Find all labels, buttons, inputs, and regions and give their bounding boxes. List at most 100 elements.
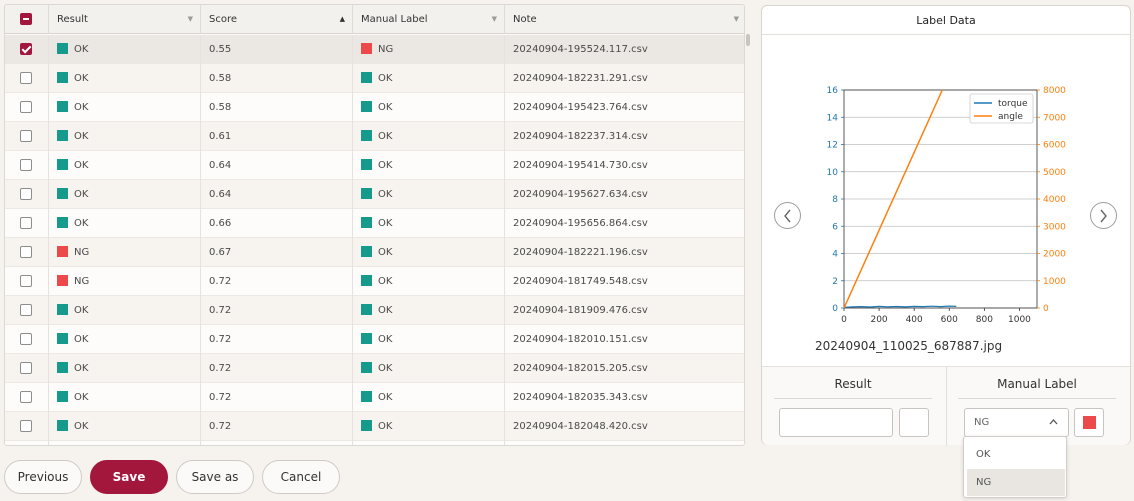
row-checkbox[interactable]	[20, 188, 32, 200]
manual-label: OK	[378, 131, 393, 142]
filter-arrow-icon[interactable]: ▼	[492, 5, 497, 34]
manual-label: OK	[378, 421, 393, 432]
table-row[interactable]: OK 0.55 NG 20240904-195524.117.csv	[5, 35, 744, 64]
checkbox-cell	[5, 267, 49, 296]
y-left-tick-label: 12	[827, 141, 838, 151]
result-input[interactable]	[779, 408, 893, 437]
filter-arrow-icon[interactable]: ▼	[734, 5, 739, 34]
manual-label-cell: NG	[353, 35, 505, 64]
result-cell: OK	[49, 209, 201, 238]
y-left-tick-label: 6	[832, 222, 838, 232]
result-cell: NG	[49, 238, 201, 267]
column-header-score[interactable]: Score ▲	[201, 5, 353, 34]
result-cell: OK	[49, 122, 201, 151]
chevron-up-icon	[1049, 419, 1058, 425]
dropdown-option-ng[interactable]: NG	[967, 469, 1065, 496]
column-header-result[interactable]: Result ▼	[49, 5, 201, 34]
manual-label: OK	[378, 160, 393, 171]
table-row[interactable]: OK 0.64 OK 20240904-195414.730.csv	[5, 151, 744, 180]
column-header-note[interactable]: Note ▼	[505, 5, 744, 34]
note-value: 20240904-195414.730.csv	[513, 160, 648, 171]
table-row[interactable]: OK 0.58 OK 20240904-195423.764.csv	[5, 93, 744, 122]
dropdown-option-ok[interactable]: OK	[967, 441, 1065, 468]
table-scrollbar[interactable]	[746, 34, 750, 46]
table-row[interactable]: OK 0.61 OK 20240904-182237.314.csv	[5, 122, 744, 151]
table-row[interactable]: OK 0.66 OK 20240904-195656.864.csv	[5, 209, 744, 238]
sort-ascending-icon[interactable]: ▲	[340, 5, 345, 34]
note-cell: 20240904-182221.196.csv	[505, 238, 744, 267]
score-cell: 0.72	[201, 325, 353, 354]
row-checkbox[interactable]	[20, 43, 32, 55]
table-row[interactable]: OK 0.72 OK 20240904-182010.151.csv	[5, 325, 744, 354]
table-row[interactable]: OK 0.64 OK 20240904-195627.634.csv	[5, 180, 744, 209]
result-cell: NG	[49, 267, 201, 296]
save-as-button[interactable]: Save as	[176, 460, 254, 494]
row-checkbox[interactable]	[20, 391, 32, 403]
row-checkbox[interactable]	[20, 217, 32, 229]
table-row[interactable]: NG 0.67 OK 20240904-182221.196.csv	[5, 238, 744, 267]
ok-status-icon	[361, 391, 372, 402]
score-cell: 0.58	[201, 93, 353, 122]
row-checkbox[interactable]	[20, 159, 32, 171]
score-value: 0.64	[209, 160, 232, 171]
note-value: 20240904-182231.291.csv	[513, 73, 648, 84]
result-label: NG	[74, 276, 90, 287]
select-all-checkbox[interactable]	[20, 13, 32, 25]
manual-label-cell: OK	[353, 151, 505, 180]
table-row[interactable]: OK 0.72 OK 20240904-181909.476.csv	[5, 296, 744, 325]
manual-label-cell: OK	[353, 412, 505, 441]
y-right-tick-label: 1000	[1043, 277, 1066, 287]
manual-label: OK	[378, 102, 393, 113]
panel-title: Label Data	[762, 6, 1130, 35]
ok-status-icon	[57, 159, 68, 170]
column-header-manual-label[interactable]: Manual Label ▼	[353, 5, 505, 34]
previous-item-button[interactable]	[774, 202, 801, 229]
cancel-button[interactable]: Cancel	[262, 460, 340, 494]
score-value: 0.72	[209, 276, 232, 287]
result-color-swatch[interactable]	[899, 408, 929, 437]
row-checkbox[interactable]	[20, 420, 32, 432]
score-cell: 0.66	[201, 209, 353, 238]
note-value: 20240904-195524.117.csv	[513, 44, 648, 55]
ok-status-icon	[57, 362, 68, 373]
table-row[interactable]: OK OK	[5, 441, 744, 445]
result-cell: OK	[49, 325, 201, 354]
row-checkbox[interactable]	[20, 246, 32, 258]
score-cell: 0.64	[201, 151, 353, 180]
save-button[interactable]: Save	[90, 460, 168, 494]
manual-label-cell: OK	[353, 441, 505, 445]
ok-status-icon	[361, 420, 372, 431]
manual-label-select[interactable]: NG	[964, 408, 1069, 437]
row-checkbox[interactable]	[20, 333, 32, 345]
manual-label: OK	[378, 363, 393, 374]
y-right-tick-label: 3000	[1043, 222, 1066, 232]
note-value: 20240904-195423.764.csv	[513, 102, 648, 113]
manual-label-color-swatch[interactable]	[1074, 408, 1104, 437]
manual-label: OK	[378, 441, 392, 445]
checkbox-cell	[5, 180, 49, 209]
x-tick-label: 400	[906, 315, 923, 325]
row-checkbox[interactable]	[20, 304, 32, 316]
result-cell: OK	[49, 35, 201, 64]
table-row[interactable]: OK 0.72 OK 20240904-182035.343.csv	[5, 383, 744, 412]
y-left-tick-label: 16	[827, 86, 839, 96]
manual-label: OK	[378, 392, 393, 403]
checkbox-cell	[5, 122, 49, 151]
table-row[interactable]: OK 0.72 OK 20240904-182015.205.csv	[5, 354, 744, 383]
table-row[interactable]: OK 0.58 OK 20240904-182231.291.csv	[5, 64, 744, 93]
next-item-button[interactable]	[1090, 202, 1117, 229]
table-row[interactable]: NG 0.72 OK 20240904-181749.548.csv	[5, 267, 744, 296]
score-value: 0.72	[209, 363, 232, 374]
row-checkbox[interactable]	[20, 72, 32, 84]
table-row[interactable]: OK 0.72 OK 20240904-182048.420.csv	[5, 412, 744, 441]
note-cell: 20240904-195423.764.csv	[505, 93, 744, 122]
x-tick-label: 0	[841, 315, 847, 325]
row-checkbox[interactable]	[20, 101, 32, 113]
row-checkbox[interactable]	[20, 275, 32, 287]
row-checkbox[interactable]	[20, 362, 32, 374]
filter-arrow-icon[interactable]: ▼	[188, 5, 193, 34]
result-label: OK	[74, 44, 89, 55]
row-checkbox[interactable]	[20, 130, 32, 142]
previous-button[interactable]: Previous	[4, 460, 82, 494]
y-right-tick-label: 7000	[1043, 113, 1066, 123]
